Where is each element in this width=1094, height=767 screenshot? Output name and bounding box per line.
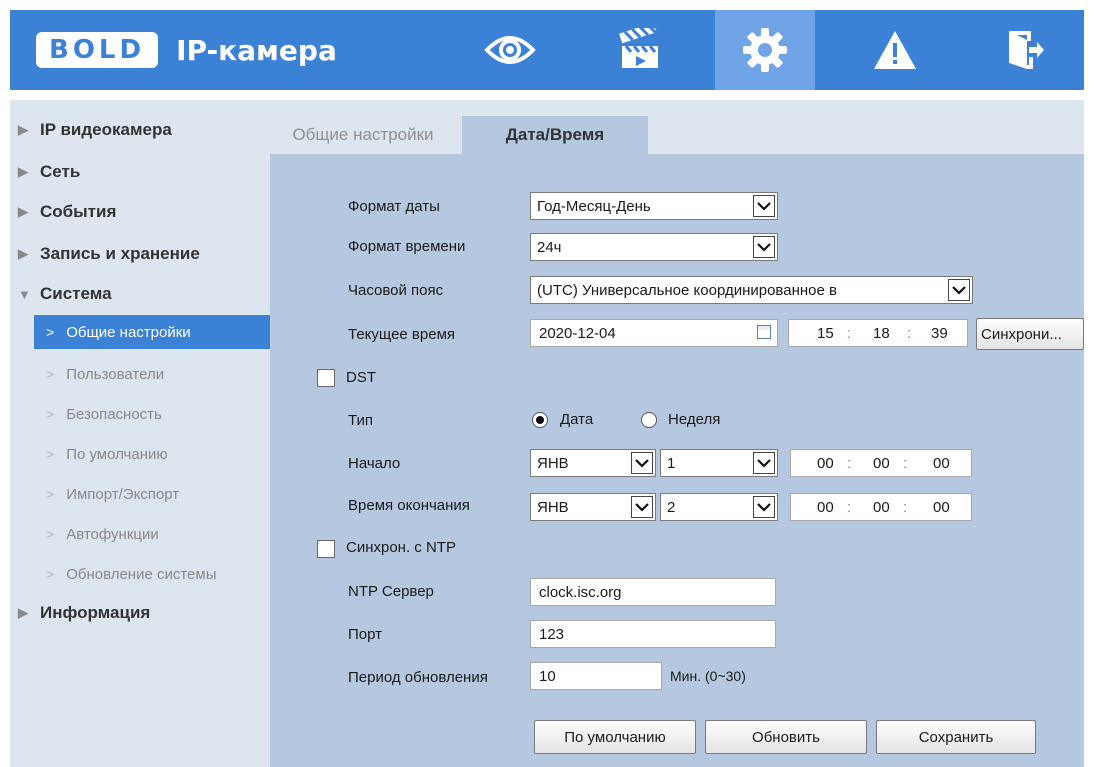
settings-panel: Формат даты Год-Месяц-День Формат времен… [270,154,1084,767]
end-time-input[interactable]: 00 : 00 : 00 [790,493,972,521]
tab-general-settings[interactable]: Общие настройки [270,116,456,154]
chevron-down-icon [753,236,775,258]
sidebar-subitem-default[interactable]: > По умолчанию [10,436,270,472]
type-date-label: Дата [560,411,594,428]
start-label: Начало [348,455,401,472]
tab-bar: Общие настройки Дата/Время [270,100,1084,154]
expand-arrow-icon: ▶ [18,164,28,179]
end-time-label: Время окончания [348,497,470,514]
update-period-label: Период обновления [348,669,488,686]
sidebar-subitem-auto-functions[interactable]: > Автофункции [10,516,270,552]
port-label: Порт [348,626,383,643]
ntp-sync-checkbox[interactable] [317,540,335,558]
sidebar-subitem-security[interactable]: > Безопасность [10,396,270,432]
chevron-down-icon [631,452,653,474]
chevron-right-icon: > [46,566,55,582]
chevron-down-icon [753,452,775,474]
date-format-select[interactable]: Год-Месяц-День [530,192,778,220]
start-month-select[interactable]: ЯНВ [530,449,656,477]
dst-label: DST [346,369,376,386]
save-button[interactable]: Сохранить [876,720,1036,754]
type-label: Тип [348,412,374,429]
sidebar-item-system[interactable]: ▼ Система [10,276,270,312]
timezone-label: Часовой пояс [348,282,444,299]
calendar-icon[interactable] [757,325,771,339]
port-input[interactable]: 123 [530,620,776,648]
dst-checkbox[interactable] [317,369,335,387]
type-week-radio[interactable] [641,412,657,428]
nav-playback-button[interactable] [590,10,690,90]
header-bar: BOLD IP-камера [10,10,1084,90]
type-date-radio[interactable] [532,412,548,428]
end-month-select[interactable]: ЯНВ [530,493,656,521]
start-day-select[interactable]: 1 [660,449,778,477]
logout-icon [1009,31,1044,69]
type-week-label: Неделя [668,411,721,428]
sidebar-subitem-import-export[interactable]: > Импорт/Экспорт [10,476,270,512]
chevron-right-icon: > [46,526,55,542]
sidebar-subitem-system-update[interactable]: > Обновление системы [10,556,270,592]
end-day-select[interactable]: 2 [660,493,778,521]
current-date-input[interactable]: 2020-12-04 [530,319,778,347]
start-time-input[interactable]: 00 : 00 : 00 [790,449,972,477]
bold-logo: BOLD [36,32,159,68]
chevron-down-icon [753,195,775,217]
sidebar-subitem-general[interactable]: > Общие настройки [34,315,277,349]
chevron-down-icon [753,496,775,518]
nav-settings-button[interactable] [715,10,815,90]
expand-arrow-icon: ▶ [18,605,28,620]
sync-time-button[interactable]: Синхрони... [976,318,1084,350]
chevron-right-icon: > [46,446,55,462]
time-format-select[interactable]: 24ч [530,233,778,261]
date-format-label: Формат даты [348,198,440,215]
current-time-input[interactable]: 15 : 18 : 39 [788,319,968,347]
logo: BOLD IP-камера [36,30,337,70]
sidebar-item-network[interactable]: ▶ Сеть [10,154,270,190]
nav-alarm-button[interactable] [845,10,945,90]
refresh-button[interactable]: Обновить [705,720,867,754]
sidebar-item-storage[interactable]: ▶ Запись и хранение [10,236,270,272]
update-period-input[interactable]: 10 [530,662,662,690]
nav-logout-button[interactable] [975,10,1075,90]
warning-icon [874,31,916,69]
sidebar-item-events[interactable]: ▶ События [10,194,270,230]
chevron-down-icon [948,279,970,301]
sidebar: ▶ IP видеокамера ▶ Сеть ▶ События ▶ Запи… [10,100,277,767]
chevron-right-icon: > [46,366,55,382]
collapse-arrow-icon: ▼ [18,286,31,302]
eye-icon [484,36,536,64]
clapperboard-icon [619,28,658,68]
expand-arrow-icon: ▶ [18,204,28,219]
update-period-unit: Мин. (0~30) [670,668,746,684]
time-format-label: Формат времени [348,238,466,255]
expand-arrow-icon: ▶ [18,122,28,137]
gear-icon [743,28,787,72]
chevron-right-icon: > [46,486,55,502]
app-title: IP-камера [176,33,337,67]
ntp-server-input[interactable]: clock.isc.org [530,578,776,606]
sidebar-item-info[interactable]: ▶ Информация [10,595,270,631]
timezone-select[interactable]: (UTC) Универсальное координированное в [530,276,973,304]
ntp-server-label: NTP Сервер [348,583,434,600]
nav-live-view-button[interactable] [460,10,560,90]
tab-date-time[interactable]: Дата/Время [462,116,648,154]
chevron-right-icon: > [46,324,55,340]
ntp-sync-label: Синхрон. с NTP [346,539,456,556]
chevron-down-icon [631,496,653,518]
default-button[interactable]: По умолчанию [534,720,696,754]
sidebar-item-ip-camera[interactable]: ▶ IP видеокамера [10,112,270,148]
expand-arrow-icon: ▶ [18,246,28,261]
current-time-label: Текущее время [348,326,456,343]
sidebar-subitem-users[interactable]: > Пользователи [10,356,270,392]
chevron-right-icon: > [46,406,55,422]
